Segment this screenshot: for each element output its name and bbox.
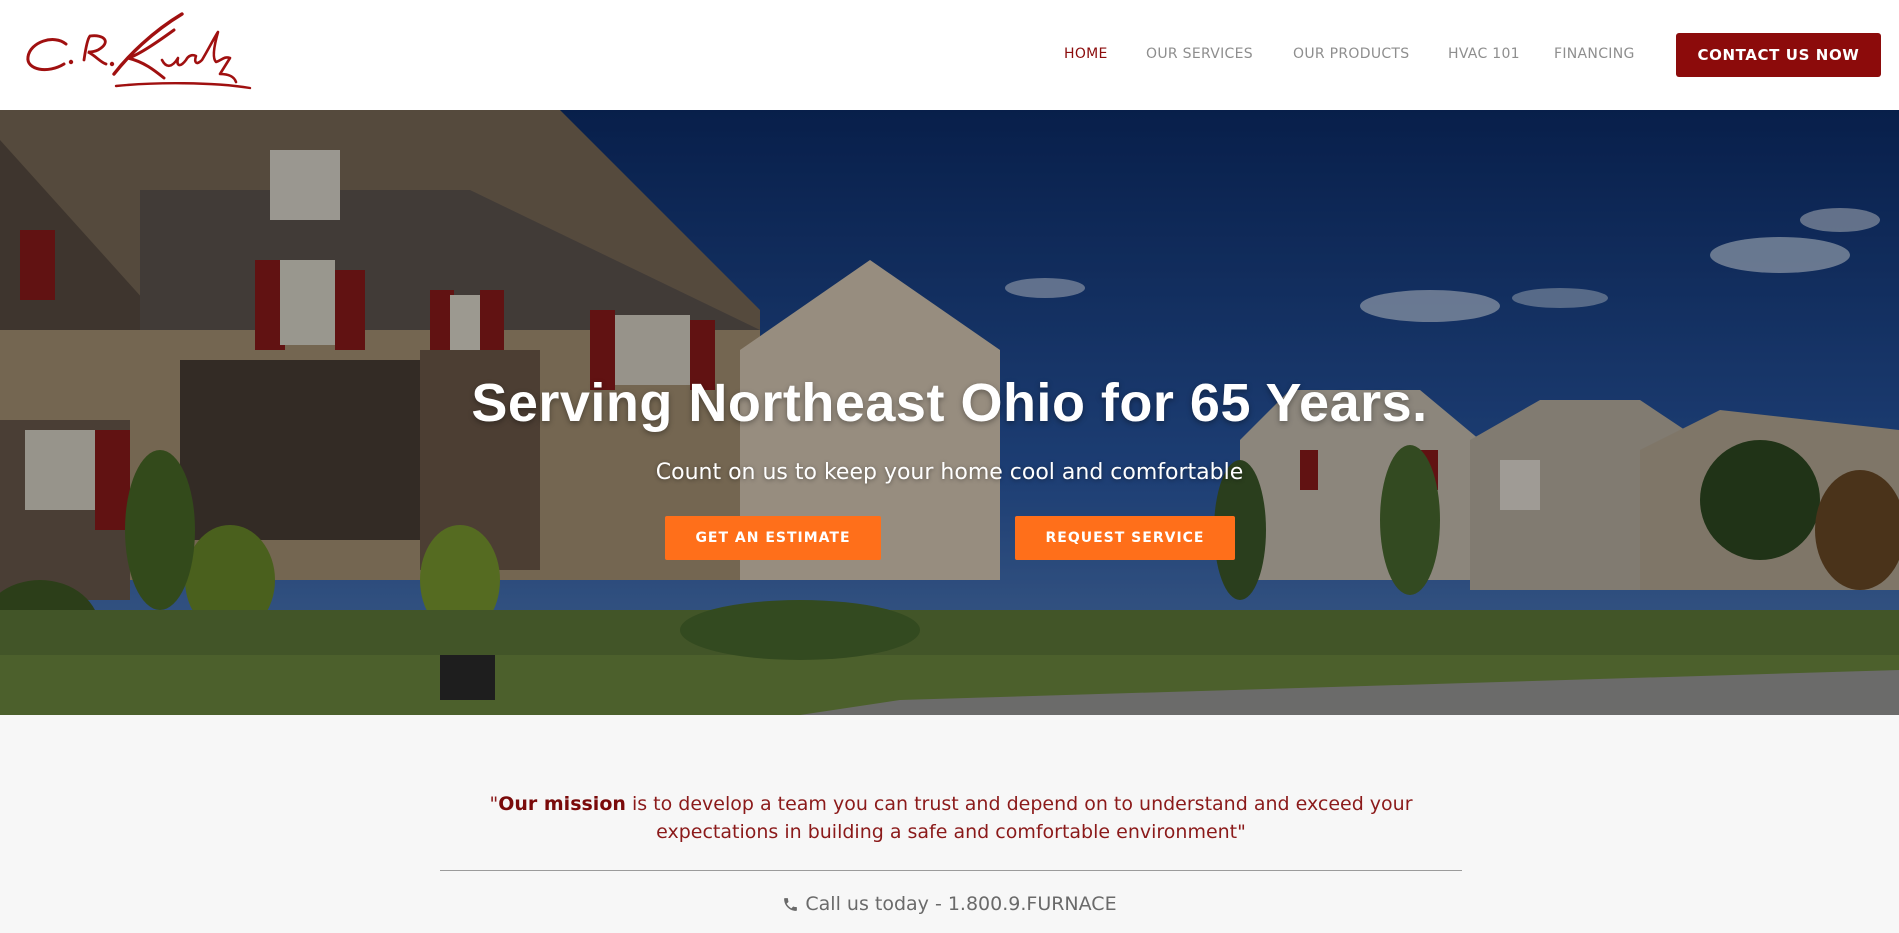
nav-our-services[interactable]: OUR SERVICES xyxy=(1146,46,1253,62)
hero-title: Serving Northeast Ohio for 65 Years. xyxy=(471,373,1428,433)
phone-icon xyxy=(784,898,798,911)
company-logo[interactable] xyxy=(24,12,254,98)
contact-us-button[interactable]: CONTACT US NOW xyxy=(1676,33,1881,77)
request-service-button[interactable]: REQUEST SERVICE xyxy=(1015,516,1235,560)
site-header: HOME OUR SERVICES OUR PRODUCTS HVAC 101 … xyxy=(0,0,1899,110)
hero-banner: Serving Northeast Ohio for 65 Years. Cou… xyxy=(0,110,1899,715)
call-us-line: Call us today - 1.800.9.FURNACE xyxy=(0,893,1899,915)
mission-statement: "Our mission is to develop a team you ca… xyxy=(440,790,1462,846)
nav-financing[interactable]: FINANCING xyxy=(1554,46,1635,62)
mission-text: is to develop a team you can trust and d… xyxy=(625,793,1413,843)
mission-open-quote: " xyxy=(489,793,499,815)
get-estimate-button[interactable]: GET AN ESTIMATE xyxy=(665,516,881,560)
hero-subtitle: Count on us to keep your home cool and c… xyxy=(655,460,1244,485)
mission-emphasis: Our mission xyxy=(498,793,626,815)
section-divider xyxy=(440,870,1462,871)
nav-our-products[interactable]: OUR PRODUCTS xyxy=(1293,46,1409,62)
nav-hvac-101[interactable]: HVAC 101 xyxy=(1448,46,1520,62)
nav-home[interactable]: HOME xyxy=(1064,46,1108,62)
call-us-text[interactable]: Call us today - 1.800.9.FURNACE xyxy=(805,893,1116,915)
